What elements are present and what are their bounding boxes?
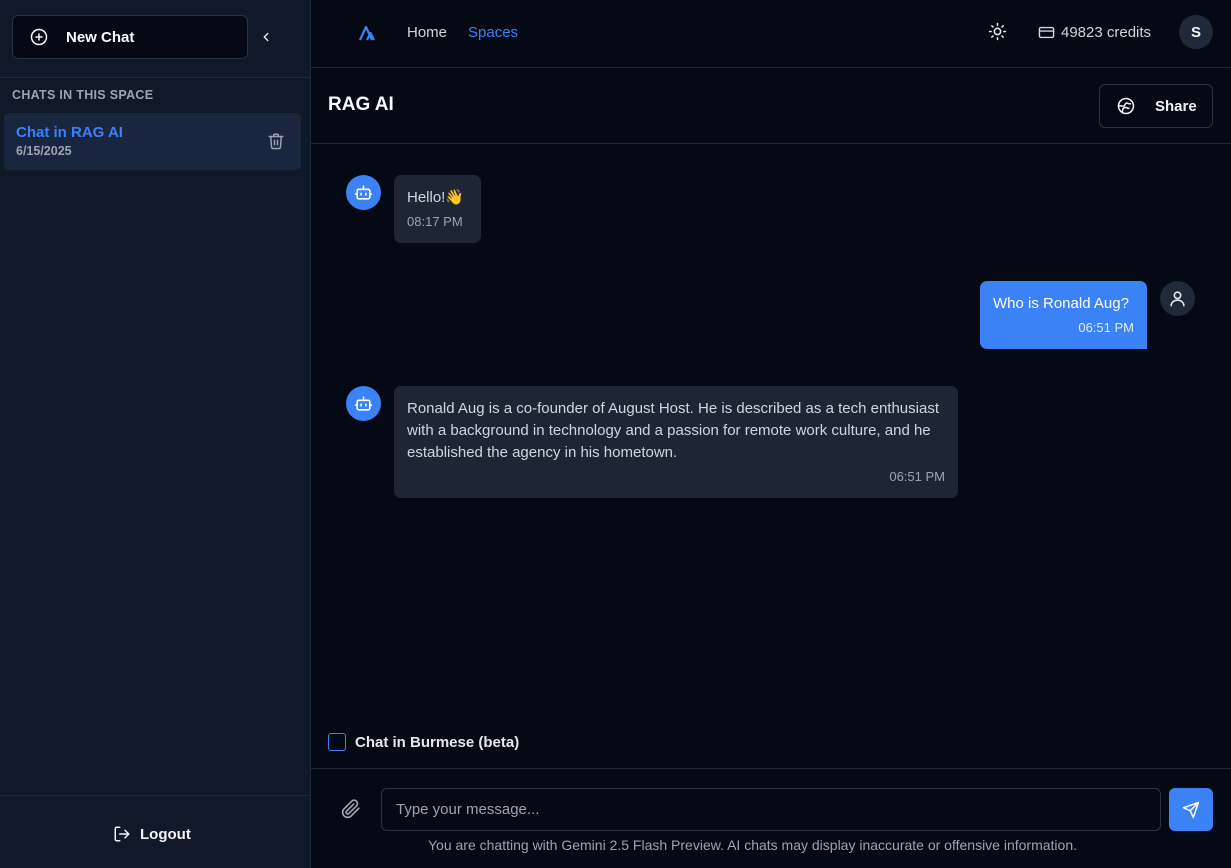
section-title: CHATS IN THIS SPACE: [12, 88, 154, 102]
chat-item-date: 6/15/2025: [16, 144, 72, 158]
attach-button[interactable]: [341, 799, 361, 824]
message-time: 06:51 PM: [889, 469, 945, 484]
theme-toggle-button[interactable]: [988, 22, 1007, 46]
sidebar-bottom-divider: [0, 795, 310, 796]
sidebar: New Chat CHATS IN THIS SPACE Chat in RAG…: [0, 0, 311, 868]
disclaimer-text: You are chatting with Gemini 2.5 Flash P…: [428, 837, 1077, 853]
user-icon: [1170, 291, 1185, 307]
plus-circle-icon: [30, 28, 48, 46]
message-input[interactable]: [381, 788, 1161, 831]
user-message-avatar: [1160, 281, 1195, 316]
space-title: RAG AI: [328, 94, 394, 115]
sun-icon: [988, 22, 1007, 41]
user-message-bubble: Who is Ronald Aug? 06:51 PM: [980, 281, 1147, 349]
burmese-label: Chat in Burmese (beta): [355, 733, 520, 751]
paperclip-icon: [341, 799, 360, 819]
chevron-left-icon: [263, 32, 269, 42]
message-text: Ronald Aug is a co-founder of August Hos…: [407, 400, 939, 461]
share-label: Share: [1155, 97, 1197, 115]
delete-chat-button[interactable]: [267, 132, 285, 155]
topbar: Home Spaces 49823 credits S: [311, 0, 1231, 68]
nav-spaces-link[interactable]: Spaces: [468, 24, 518, 41]
new-chat-button[interactable]: New Chat: [12, 15, 248, 59]
app-root: New Chat CHATS IN THIS SPACE Chat in RAG…: [0, 0, 1231, 868]
share-button[interactable]: Share: [1099, 84, 1213, 128]
logout-icon: [114, 826, 130, 842]
send-icon: [1182, 801, 1200, 818]
bot-icon: [354, 396, 373, 411]
message-time: 08:17 PM: [407, 214, 463, 229]
burmese-toggle[interactable]: Chat in Burmese (beta): [328, 733, 519, 751]
bot-message-bubble: Hello!👋 08:17 PM: [394, 175, 481, 243]
burmese-checkbox[interactable]: [328, 733, 346, 751]
credits-display: 49823 credits: [1038, 24, 1151, 41]
new-chat-label: New Chat: [66, 28, 135, 46]
chat-list-item[interactable]: Chat in RAG AI 6/15/2025: [4, 113, 301, 170]
logout-label: Logout: [140, 825, 191, 843]
composer-divider: [311, 768, 1231, 769]
new-chat-row: New Chat: [12, 15, 269, 59]
chat-item-title: Chat in RAG AI: [16, 124, 123, 141]
trash-icon: [268, 133, 284, 150]
bot-message-bubble: Ronald Aug is a co-founder of August Hos…: [394, 386, 958, 498]
user-avatar-button[interactable]: S: [1179, 15, 1213, 49]
bot-avatar: [346, 175, 381, 210]
credits-label: 49823 credits: [1061, 24, 1152, 41]
message-text: Hello!👋: [407, 189, 465, 206]
globe-icon: [1117, 97, 1135, 115]
brand-logo-icon[interactable]: [358, 24, 378, 46]
message-text: Who is Ronald Aug?: [993, 295, 1129, 312]
nav-home-link[interactable]: Home: [407, 24, 447, 41]
credit-card-icon: [1038, 26, 1055, 39]
collapse-sidebar-button[interactable]: [256, 27, 276, 47]
space-header: RAG AI Share: [311, 68, 1231, 144]
bot-icon: [354, 185, 373, 200]
logout-button[interactable]: Logout: [113, 825, 191, 843]
message-time: 06:51 PM: [1078, 320, 1134, 335]
bot-avatar: [346, 386, 381, 421]
main-panel: Home Spaces 49823 credits S RAG AI Share…: [311, 0, 1231, 868]
send-button[interactable]: [1169, 788, 1213, 831]
sidebar-divider: [0, 77, 310, 78]
